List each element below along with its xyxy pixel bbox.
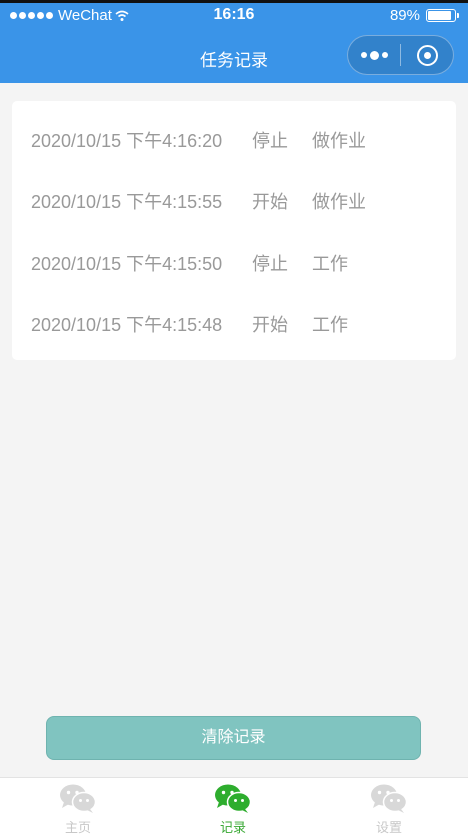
wechat-icon [60, 784, 97, 813]
list-item: 2020/10/15 下午4:15:50 停止 工作 [31, 251, 348, 275]
navigation-bar: 任务记录 [0, 30, 468, 83]
record-time: 2020/10/15 下午4:15:55 [31, 192, 223, 212]
record-action: 停止 [252, 254, 288, 274]
more-options-button[interactable] [348, 36, 400, 74]
records-card: 2020/10/15 下午4:16:20 停止 做作业 2020/10/15 下… [12, 101, 456, 360]
status-bar: WeChat 16:16 89% [0, 0, 468, 30]
record-task: 工作 [312, 254, 348, 274]
tab-label: 主页 [64, 820, 91, 835]
wechat-icon [371, 784, 408, 813]
close-icon [416, 44, 438, 66]
record-action: 停止 [252, 131, 288, 151]
record-task: 工作 [312, 315, 348, 335]
close-button[interactable] [401, 36, 453, 74]
record-action: 开始 [252, 315, 288, 335]
list-item: 2020/10/15 下午4:15:48 开始 工作 [31, 312, 348, 336]
clear-records-button[interactable]: 清除记录 [46, 716, 421, 760]
battery-icon [426, 9, 459, 22]
list-item: 2020/10/15 下午4:15:55 开始 做作业 [31, 189, 366, 213]
record-task: 做作业 [312, 192, 366, 212]
more-icon [360, 52, 367, 58]
record-time: 2020/10/15 下午4:15:50 [31, 254, 223, 274]
mini-program-capsule [347, 35, 454, 75]
wechat-icon [215, 784, 252, 813]
tab-bar: 主页 记录 设置 [0, 777, 468, 836]
record-time: 2020/10/15 下午4:15:48 [31, 315, 223, 335]
record-task: 做作业 [312, 131, 366, 151]
tab-settings[interactable]: 设置 [339, 784, 439, 836]
tab-home[interactable]: 主页 [28, 784, 128, 836]
record-action: 开始 [252, 192, 288, 212]
battery-percent: 89% [389, 7, 420, 24]
tab-label: 设置 [375, 820, 402, 835]
battery-status: 89% [389, 7, 459, 24]
tab-label: 记录 [219, 820, 246, 835]
record-time: 2020/10/15 下午4:16:20 [31, 131, 223, 151]
tab-records[interactable]: 记录 [183, 784, 283, 836]
list-item: 2020/10/15 下午4:16:20 停止 做作业 [31, 128, 366, 152]
